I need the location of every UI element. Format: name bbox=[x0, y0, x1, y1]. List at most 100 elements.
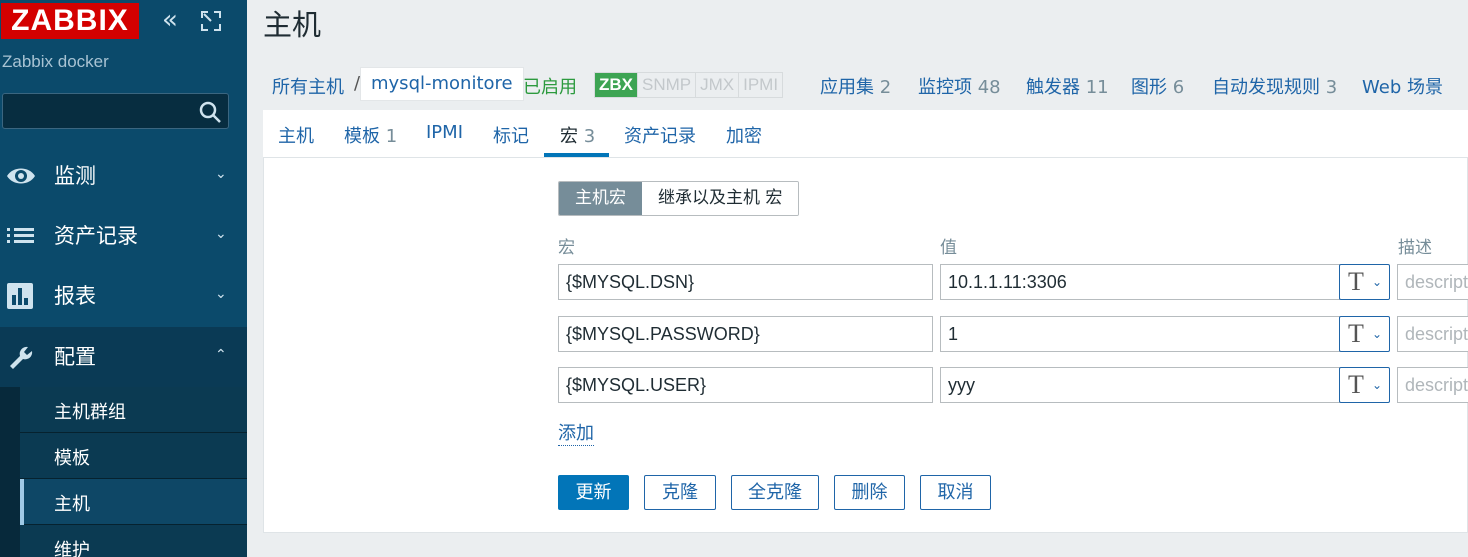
chevron-down-icon: ⌄ bbox=[1372, 378, 1383, 392]
macro-view-toggle: 主机宏 继承以及主机 宏 bbox=[558, 181, 800, 216]
column-header-value: 值 bbox=[940, 238, 957, 258]
link-count: 3 bbox=[1325, 77, 1338, 98]
column-header-description: 描述 bbox=[1398, 238, 1432, 258]
macro-name-input[interactable]: {$MYSQL.USER} bbox=[558, 367, 933, 403]
macro-description-input[interactable]: description bbox=[1397, 316, 1468, 352]
macro-value-input[interactable]: 10.1.1.11:3306 bbox=[940, 264, 1340, 300]
kiosk-mode-icon[interactable] bbox=[200, 10, 222, 32]
availability-snmp: SNMP bbox=[637, 73, 695, 97]
zabbix-logo[interactable]: ZABBIX bbox=[1, 3, 139, 39]
macro-name-input[interactable]: {$MYSQL.DSN} bbox=[558, 264, 933, 300]
tab-tags[interactable]: 标记 bbox=[493, 122, 529, 148]
tab-label: 加密 bbox=[726, 126, 762, 147]
active-tab-indicator bbox=[544, 153, 609, 157]
link-discovery-rules[interactable]: 自动发现规则 3 bbox=[1212, 73, 1337, 99]
menu-label: 资产记录 bbox=[54, 224, 138, 248]
search-icon[interactable] bbox=[198, 100, 222, 124]
submenu-host-groups[interactable]: 主机群组 bbox=[20, 387, 247, 433]
eye-icon bbox=[7, 168, 35, 184]
cancel-button[interactable]: 取消 bbox=[920, 475, 991, 510]
value-type-dropdown[interactable]: T ⌄ bbox=[1339, 367, 1390, 403]
menu-reports[interactable]: 报表 ⌄ bbox=[0, 266, 247, 326]
submenu-label: 模板 bbox=[54, 448, 90, 469]
link-applications[interactable]: 应用集 2 bbox=[820, 73, 891, 99]
link-label: 应用集 bbox=[820, 77, 874, 98]
collapse-sidebar-icon[interactable]: « bbox=[162, 7, 188, 34]
search-input[interactable] bbox=[2, 93, 229, 129]
link-label: 图形 bbox=[1131, 77, 1167, 98]
tab-host[interactable]: 主机 bbox=[278, 122, 314, 148]
availability-ipmi: IPMI bbox=[738, 73, 782, 97]
chevron-down-icon: ⌄ bbox=[215, 166, 227, 182]
submenu-label: 主机 bbox=[54, 494, 90, 515]
submenu-hosts[interactable]: 主机 bbox=[20, 479, 247, 525]
wrench-icon bbox=[10, 346, 33, 369]
delete-button[interactable]: 删除 bbox=[834, 475, 905, 510]
link-label: 触发器 bbox=[1026, 77, 1080, 98]
link-triggers[interactable]: 触发器 11 bbox=[1026, 73, 1109, 99]
server-name: Zabbix docker bbox=[2, 52, 109, 71]
chevron-down-icon: ⌄ bbox=[215, 286, 227, 302]
full-clone-button[interactable]: 全克隆 bbox=[731, 475, 819, 510]
tab-label: 资产记录 bbox=[624, 126, 696, 147]
menu-configuration[interactable]: 配置 ⌃ bbox=[0, 327, 247, 387]
text-type-icon: T bbox=[1348, 319, 1364, 348]
submenu-label: 维护 bbox=[54, 540, 90, 557]
link-label: 监控项 bbox=[918, 77, 972, 98]
inherited-macros-button[interactable]: 继承以及主机 宏 bbox=[642, 182, 799, 215]
link-graphs[interactable]: 图形 6 bbox=[1131, 73, 1184, 99]
tab-ipmi[interactable]: IPMI bbox=[426, 122, 463, 143]
macro-description-input[interactable]: description bbox=[1397, 367, 1468, 403]
link-count: 2 bbox=[879, 77, 892, 98]
clone-button[interactable]: 克隆 bbox=[644, 475, 716, 510]
tab-label: 模板 bbox=[344, 126, 380, 147]
tab-label: 主机 bbox=[278, 126, 314, 147]
submenu-label: 主机群组 bbox=[54, 402, 126, 423]
logo-row: ZABBIX « bbox=[0, 0, 247, 44]
menu-inventory[interactable]: 资产记录 ⌄ bbox=[0, 206, 247, 266]
tab-encryption[interactable]: 加密 bbox=[726, 122, 762, 148]
add-macro-link[interactable]: 添加 bbox=[558, 423, 594, 446]
chevron-down-icon: ⌄ bbox=[215, 226, 227, 242]
macro-value-input[interactable]: 1 bbox=[940, 316, 1340, 352]
menu-monitoring[interactable]: 监测 ⌄ bbox=[0, 146, 247, 206]
configuration-submenu: 主机群组 模板 主机 维护 bbox=[0, 387, 247, 557]
tab-count: 3 bbox=[583, 126, 596, 147]
link-count: 11 bbox=[1085, 77, 1109, 98]
sidebar: ZABBIX « Zabbix docker 监测 ⌄ 资产记录 ⌄ 报表 ⌄ … bbox=[0, 0, 247, 557]
macro-description-input[interactable]: description bbox=[1397, 264, 1468, 300]
link-items[interactable]: 监控项 48 bbox=[918, 73, 1001, 99]
link-web-scenarios[interactable]: Web 场景 bbox=[1362, 73, 1443, 99]
host-status[interactable]: 已启用 bbox=[523, 73, 577, 99]
menu-label: 报表 bbox=[54, 284, 96, 308]
tab-inventory[interactable]: 资产记录 bbox=[624, 122, 696, 148]
host-macros-button[interactable]: 主机宏 bbox=[559, 182, 642, 215]
macro-name-input[interactable]: {$MYSQL.PASSWORD} bbox=[558, 316, 933, 352]
chevron-up-icon: ⌃ bbox=[215, 347, 227, 363]
value-type-dropdown[interactable]: T ⌄ bbox=[1339, 264, 1390, 300]
link-label: Web 场景 bbox=[1362, 77, 1443, 98]
breadcrumb-current-host[interactable]: mysql-monitore bbox=[360, 67, 524, 101]
update-button[interactable]: 更新 bbox=[558, 475, 629, 510]
text-type-icon: T bbox=[1348, 267, 1364, 296]
breadcrumb-all-hosts[interactable]: 所有主机 bbox=[272, 73, 344, 99]
bar-chart-icon bbox=[7, 283, 33, 309]
tab-label: 标记 bbox=[493, 126, 529, 147]
column-header-macro: 宏 bbox=[558, 238, 575, 258]
text-type-icon: T bbox=[1348, 370, 1364, 399]
submenu-templates[interactable]: 模板 bbox=[20, 433, 247, 479]
value-type-dropdown[interactable]: T ⌄ bbox=[1339, 316, 1390, 352]
link-label: 自动发现规则 bbox=[1212, 77, 1320, 98]
menu-label: 监测 bbox=[54, 164, 96, 188]
availability-zbx: ZBX bbox=[595, 73, 637, 97]
tab-label: 宏 bbox=[560, 126, 578, 147]
macro-value-input[interactable]: yyy bbox=[940, 367, 1340, 403]
chevron-down-icon: ⌄ bbox=[1372, 327, 1383, 341]
submenu-maintenance[interactable]: 维护 bbox=[20, 525, 247, 557]
tab-label: IPMI bbox=[426, 122, 464, 143]
tab-templates[interactable]: 模板 1 bbox=[344, 122, 397, 148]
tab-macros[interactable]: 宏 3 bbox=[560, 122, 595, 148]
link-count: 48 bbox=[977, 77, 1001, 98]
tab-count: 1 bbox=[385, 126, 398, 147]
availability-jmx: JMX bbox=[695, 73, 738, 97]
